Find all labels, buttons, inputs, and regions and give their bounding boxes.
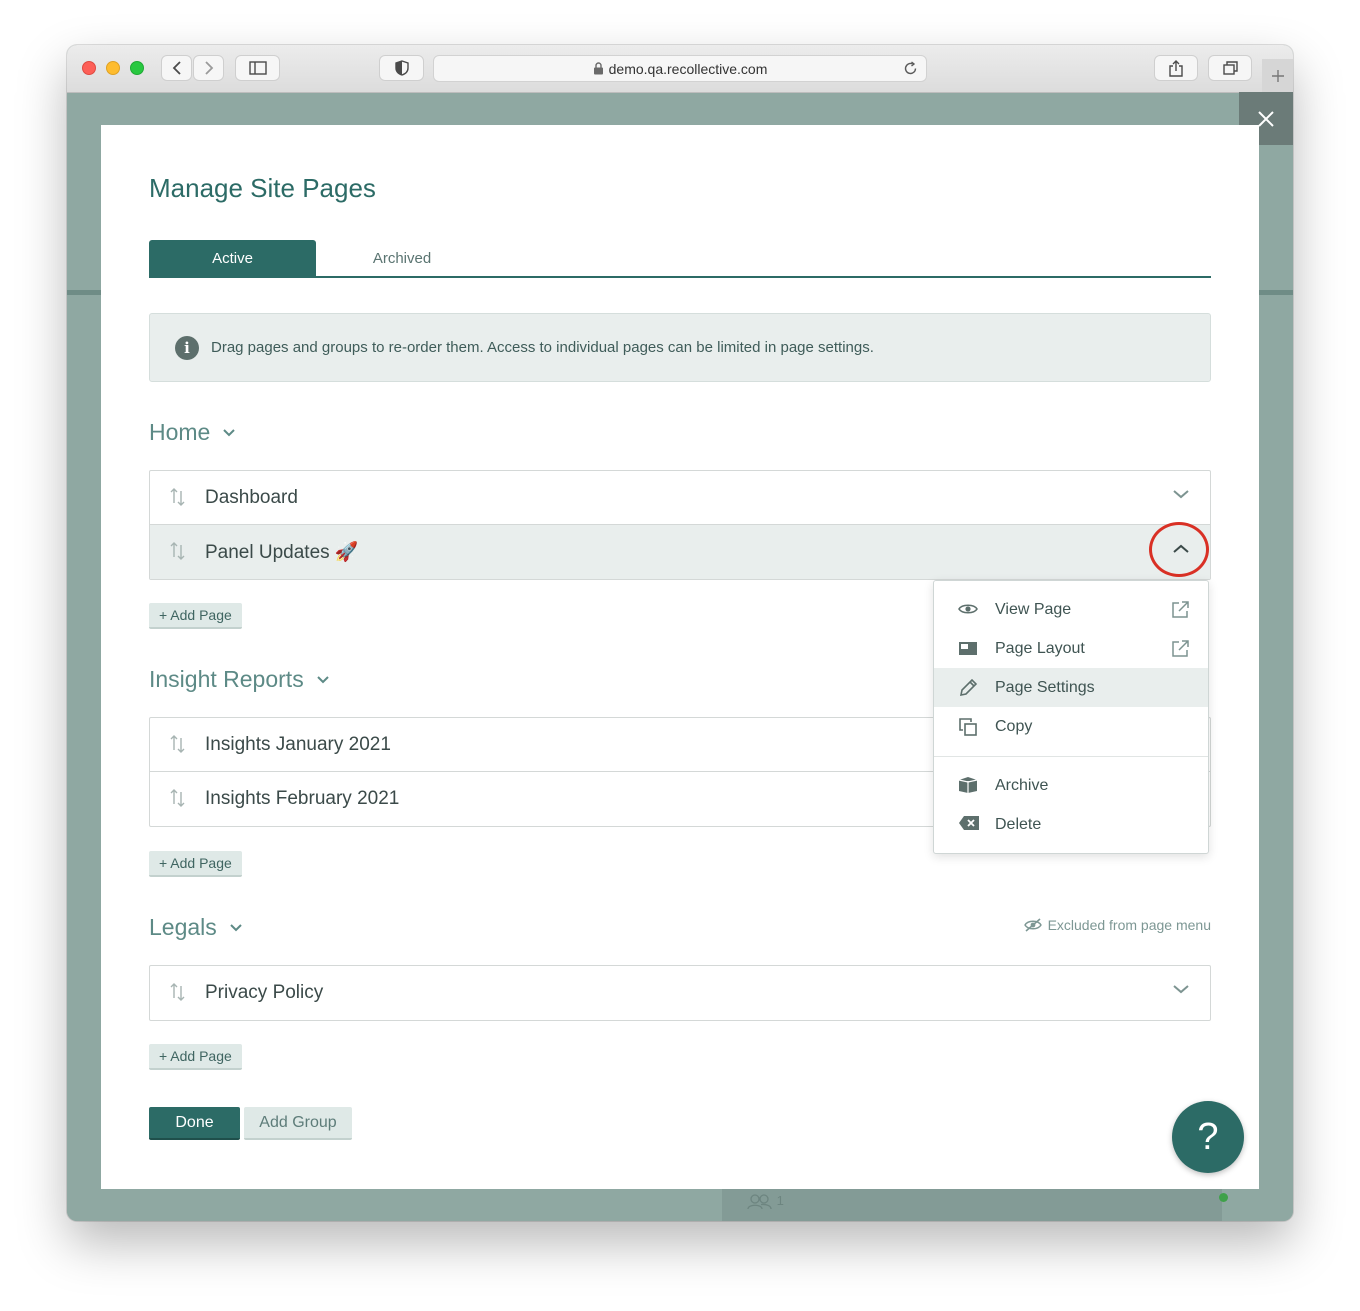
page-row-privacy-policy[interactable]: Privacy Policy	[150, 966, 1210, 1020]
page-list-home: Dashboard Panel Updates 🚀	[149, 470, 1211, 580]
group-title-label: Insight Reports	[149, 666, 304, 692]
chevron-down-icon	[316, 676, 329, 684]
group-title-legals[interactable]: Legals	[149, 914, 243, 941]
pencil-icon	[959, 678, 978, 697]
add-page-button-insight-reports[interactable]: + Add Page	[149, 851, 242, 877]
page-name: Dashboard	[205, 486, 298, 508]
online-users-count: 1	[776, 1193, 784, 1208]
menu-item-archive[interactable]: Archive	[934, 766, 1208, 805]
menu-divider	[934, 756, 1208, 757]
tab-active[interactable]: Active	[149, 240, 316, 276]
done-button[interactable]: Done	[149, 1107, 240, 1140]
url-text: demo.qa.recollective.com	[608, 60, 768, 77]
chevron-down-icon	[223, 429, 236, 437]
page-actions-menu: View Page Page Layout Page Settings Copy…	[933, 580, 1209, 854]
chevron-down-icon	[230, 924, 242, 932]
chevron-down-icon[interactable]	[1172, 984, 1190, 995]
page-name: Privacy Policy	[205, 982, 324, 1003]
drag-handle-icon[interactable]	[170, 734, 186, 754]
sidebar-toggle-button[interactable]	[235, 55, 280, 81]
chevron-right-icon	[204, 61, 213, 75]
sidebar-icon	[248, 61, 267, 75]
page-row-dashboard[interactable]: Dashboard	[150, 471, 1210, 525]
menu-item-label: View Page	[995, 600, 1072, 618]
chevron-left-icon	[172, 61, 181, 75]
tabs-overview-button[interactable]	[1208, 55, 1252, 81]
browser-toolbar: demo.qa.recollective.com	[67, 45, 1293, 93]
menu-item-label: Copy	[995, 717, 1033, 735]
new-tab-button[interactable]	[1262, 59, 1293, 92]
users-icon	[747, 1193, 772, 1209]
minimize-window-button[interactable]	[106, 61, 120, 75]
forward-button[interactable]	[193, 55, 224, 81]
menu-item-label: Delete	[995, 815, 1042, 833]
page-name: Insights January 2021	[205, 733, 391, 755]
modal-title: Manage Site Pages	[149, 173, 376, 203]
copy-icon	[959, 718, 977, 736]
plus-icon	[1271, 69, 1284, 82]
drag-handle-icon[interactable]	[170, 541, 186, 561]
info-banner: i Drag pages and groups to re-order them…	[149, 313, 1211, 382]
reload-icon[interactable]	[903, 61, 918, 76]
footer-bar	[722, 1189, 1222, 1221]
info-icon: i	[175, 335, 199, 360]
menu-item-label: Page Layout	[995, 639, 1085, 657]
add-group-button[interactable]: Add Group	[244, 1107, 352, 1140]
share-button[interactable]	[1154, 55, 1198, 81]
chevron-down-icon[interactable]	[1172, 489, 1190, 500]
menu-item-page-layout[interactable]: Page Layout	[934, 629, 1208, 668]
tab-archived[interactable]: Archived	[319, 240, 485, 276]
page-list-legals: Privacy Policy	[149, 965, 1211, 1021]
add-page-button-home[interactable]: + Add Page	[149, 603, 242, 629]
info-text: Drag pages and groups to re-order them. …	[211, 339, 874, 356]
drag-handle-icon[interactable]	[170, 788, 186, 808]
eye-slash-icon	[1023, 918, 1042, 932]
group-title-home[interactable]: Home	[149, 419, 236, 446]
group-title-label: Legals	[149, 914, 217, 940]
highlight-ring	[1149, 522, 1209, 577]
tab-bar: Active Archived	[149, 240, 1211, 278]
back-button[interactable]	[161, 55, 192, 81]
zoom-window-button[interactable]	[130, 61, 144, 75]
online-status-dot	[1219, 1193, 1228, 1202]
page-name: Insights February 2021	[205, 788, 400, 809]
menu-item-label: Archive	[995, 776, 1049, 794]
excluded-from-menu-badge: Excluded from page menu	[1023, 917, 1211, 933]
lock-icon	[593, 62, 603, 75]
menu-item-view-page[interactable]: View Page	[934, 590, 1208, 629]
menu-item-label: Page Settings	[995, 678, 1095, 696]
external-link-icon	[1172, 601, 1189, 618]
menu-item-delete[interactable]: Delete	[934, 805, 1208, 844]
external-link-icon	[1172, 640, 1189, 657]
layout-icon	[959, 642, 977, 655]
close-icon	[1258, 110, 1274, 127]
add-page-button-legals[interactable]: + Add Page	[149, 1044, 242, 1070]
menu-item-copy[interactable]: Copy	[934, 707, 1208, 746]
online-users-indicator: 1	[747, 1193, 784, 1210]
delete-icon	[959, 816, 979, 830]
privacy-shield-button[interactable]	[379, 55, 424, 81]
excluded-label: Excluded from page menu	[1047, 917, 1211, 933]
archive-icon	[958, 777, 978, 793]
share-icon	[1169, 59, 1183, 77]
page-row-panel-updates[interactable]: Panel Updates 🚀	[150, 525, 1210, 579]
menu-item-page-settings[interactable]: Page Settings	[934, 668, 1208, 707]
close-window-button[interactable]	[82, 61, 96, 75]
tabs-icon	[1222, 61, 1238, 75]
drag-handle-icon[interactable]	[170, 982, 186, 1002]
help-button[interactable]: ?	[1172, 1101, 1244, 1173]
eye-icon	[958, 604, 978, 614]
group-title-insight-reports[interactable]: Insight Reports	[149, 666, 330, 693]
shield-icon	[394, 60, 409, 76]
address-bar[interactable]: demo.qa.recollective.com	[433, 55, 927, 82]
group-title-label: Home	[149, 419, 211, 445]
page-name: Panel Updates 🚀	[205, 542, 359, 563]
drag-handle-icon[interactable]	[170, 487, 186, 507]
